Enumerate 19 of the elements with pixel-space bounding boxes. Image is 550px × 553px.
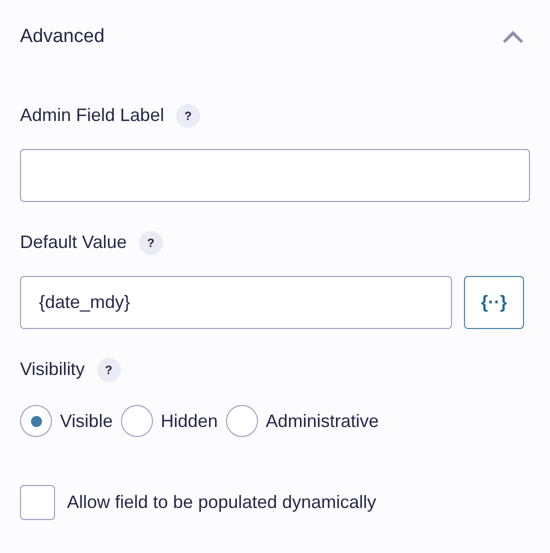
section-title: Advanced xyxy=(20,24,105,49)
radio-button[interactable] xyxy=(20,405,52,437)
chevron-up-icon[interactable] xyxy=(502,30,524,44)
radio-label: Administrative xyxy=(266,410,379,432)
help-icon[interactable]: ? xyxy=(176,104,200,128)
help-icon[interactable]: ? xyxy=(138,230,163,254)
radio-button[interactable] xyxy=(120,405,153,437)
input-field[interactable]: {date_mdy} xyxy=(20,276,452,329)
merge-tag-button[interactable]: {··} xyxy=(464,276,524,329)
checkbox-label: Allow field to be populated dynamically xyxy=(66,491,376,514)
field-label: Admin Field Label xyxy=(20,104,164,127)
field-label: Visibility xyxy=(20,358,85,381)
field-label: Default Value xyxy=(20,231,127,254)
radio-button[interactable] xyxy=(226,405,258,437)
radio-label: Visible xyxy=(60,410,113,432)
help-icon[interactable]: ? xyxy=(96,358,121,382)
checkbox[interactable] xyxy=(20,485,55,520)
input-field[interactable] xyxy=(20,149,530,202)
radio-label: Hidden xyxy=(160,410,218,432)
